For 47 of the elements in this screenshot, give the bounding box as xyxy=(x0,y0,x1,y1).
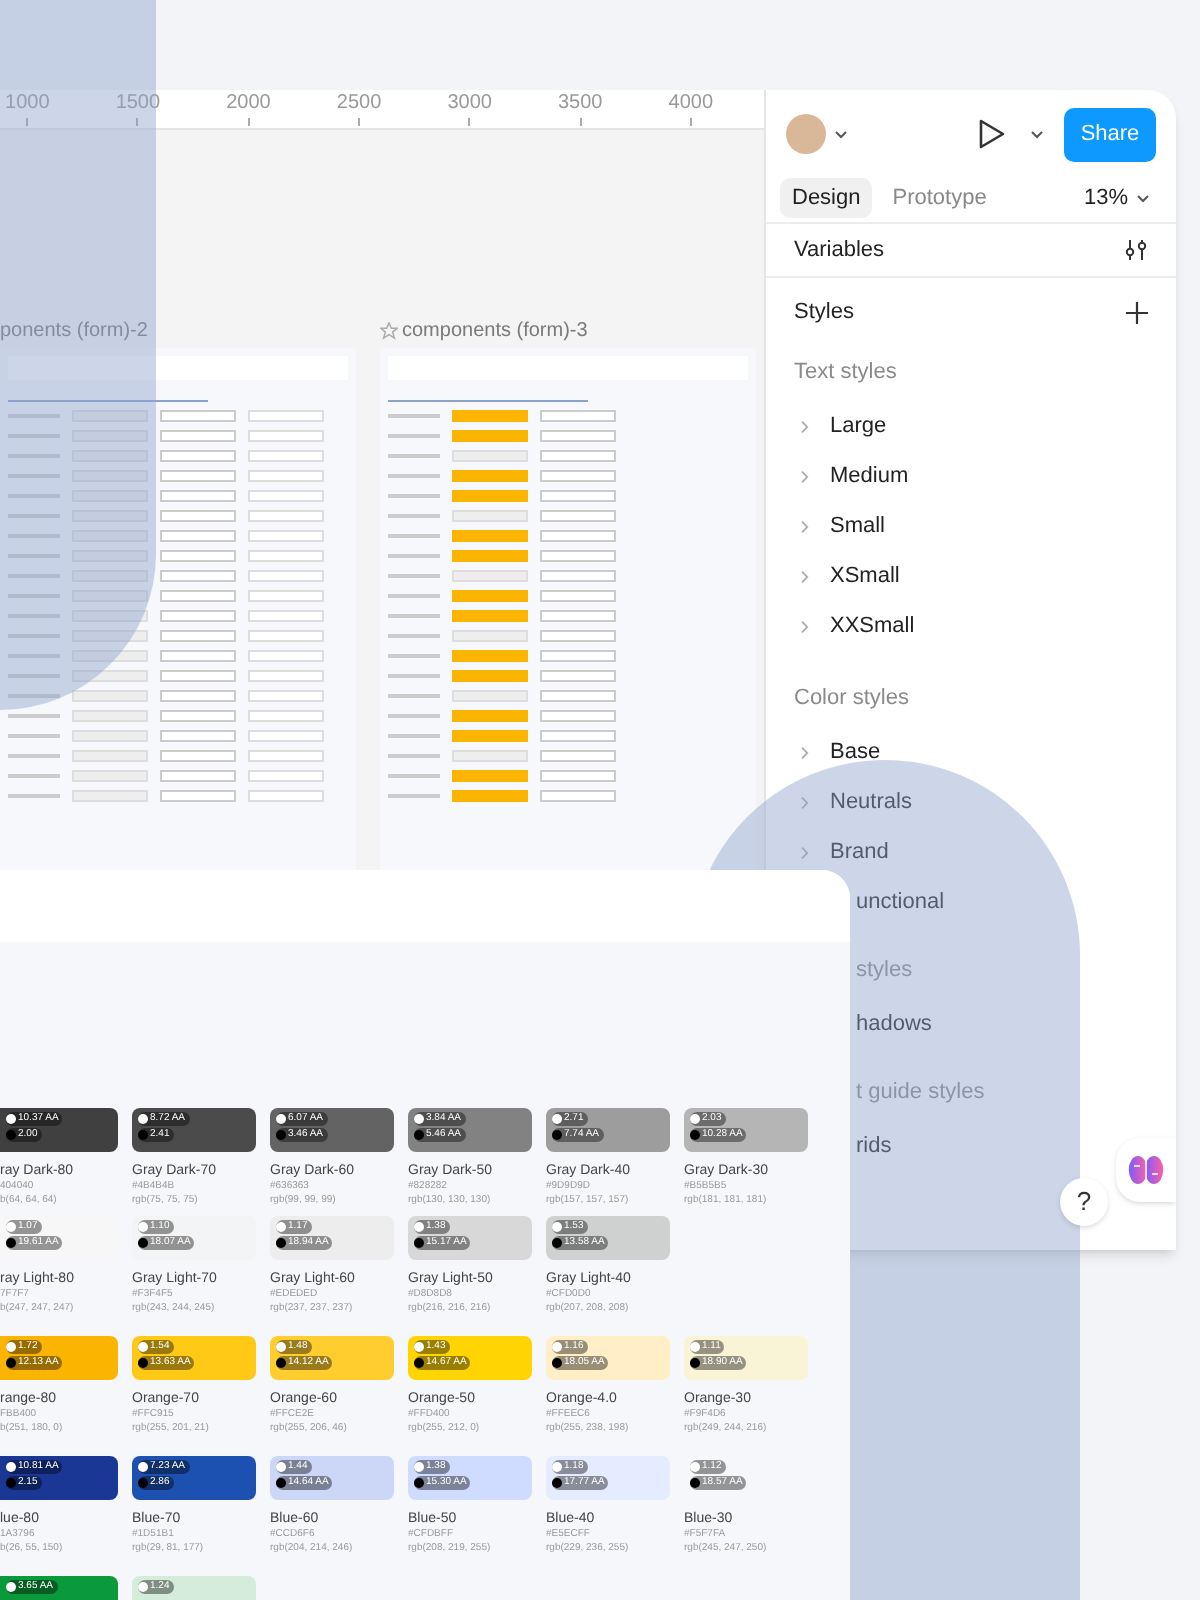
ruler-label: 2000 xyxy=(226,90,271,118)
star-icon xyxy=(380,321,398,339)
chevron-icon[interactable] xyxy=(800,846,810,860)
ruler-label: 1000 xyxy=(5,90,50,118)
frame-title: components (form)-3 xyxy=(402,317,588,345)
style-item[interactable]: rids xyxy=(856,1130,892,1164)
style-item[interactable]: unctional xyxy=(856,886,945,920)
style-item[interactable]: Large xyxy=(830,410,887,444)
frame-title: ponents (form)-2 xyxy=(0,317,148,345)
ruler-label: 1500 xyxy=(115,90,161,118)
group-heading: Text styles xyxy=(794,357,897,388)
chevron-icon[interactable] xyxy=(800,470,810,484)
style-item[interactable]: Small xyxy=(830,510,886,544)
group-heading: t guide styles xyxy=(856,1077,985,1108)
chevron-icon[interactable] xyxy=(800,520,810,534)
zoom-dropdown[interactable]: 13% xyxy=(1083,181,1150,215)
chevron-icon[interactable] xyxy=(800,620,810,634)
ruler-label: 2500 xyxy=(336,90,382,118)
section-title: Styles xyxy=(794,297,854,328)
chevron-icon[interactable] xyxy=(800,570,810,584)
caret-icon xyxy=(1136,193,1150,203)
chevron-icon[interactable] xyxy=(800,796,810,810)
sliders-icon[interactable] xyxy=(1124,238,1148,262)
section-title: Variables xyxy=(794,235,885,266)
style-item[interactable]: XXSmall xyxy=(830,610,915,644)
style-item[interactable]: XSmall xyxy=(830,560,900,594)
style-item[interactable]: Neutrals xyxy=(830,786,912,820)
play-icon[interactable] xyxy=(978,118,1006,150)
ruler-label: 3000 xyxy=(447,90,492,118)
group-heading: styles xyxy=(856,955,913,986)
chevron-icon[interactable] xyxy=(800,746,810,760)
caret-icon xyxy=(1030,129,1044,139)
style-item[interactable]: Base xyxy=(830,736,881,770)
avatar[interactable] xyxy=(786,114,826,154)
style-item[interactable]: Medium xyxy=(830,460,909,494)
chevron-icon[interactable] xyxy=(800,420,810,434)
style-item[interactable]: hadows xyxy=(856,1008,932,1042)
brain-icon[interactable] xyxy=(1116,1138,1176,1202)
ruler-label: 3500 xyxy=(558,90,603,118)
help-button[interactable]: ? xyxy=(1060,1178,1108,1226)
tab[interactable]: Prototype xyxy=(880,178,999,218)
group-heading: Color styles xyxy=(794,683,909,714)
plus-icon[interactable] xyxy=(1126,301,1148,323)
caret-icon xyxy=(834,129,848,139)
style-item[interactable]: Brand xyxy=(830,836,889,870)
ruler-label: 4000 xyxy=(668,90,714,118)
tab[interactable]: Design xyxy=(780,178,873,218)
